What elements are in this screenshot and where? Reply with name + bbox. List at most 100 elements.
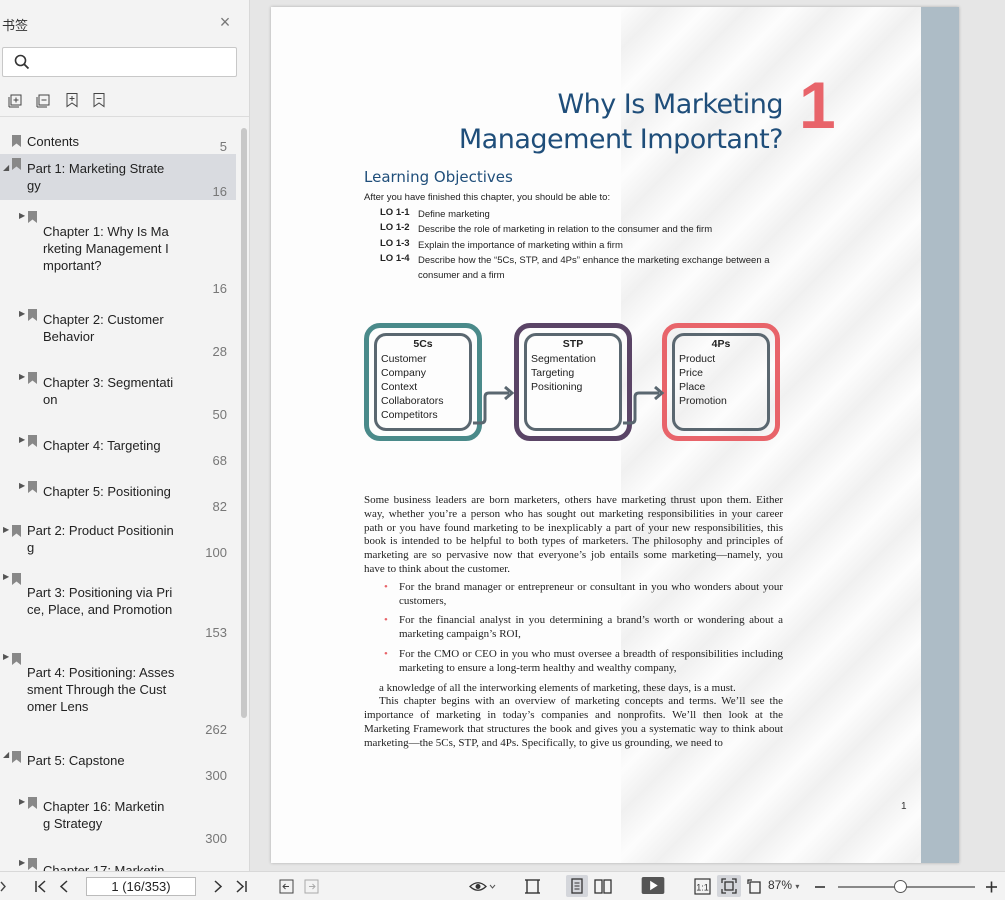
page-number: 1 <box>901 801 907 812</box>
bookmark-flag-icon <box>28 372 37 384</box>
bookmark-label: Part 2: Product Positionin g <box>27 523 174 555</box>
bookmark-item[interactable]: ▶ Chapter 17: Marketin <box>0 855 236 871</box>
bullet-list: For the brand manager or entrepreneur or… <box>384 581 783 676</box>
learning-objectives-intro: After you have finished this chapter, yo… <box>364 192 611 203</box>
bookmark-label: Part 3: Positioning via Pri ce, Place, a… <box>27 585 173 617</box>
expand-arrow-icon[interactable]: ▶ <box>19 372 25 381</box>
bookmark-label: Chapter 17: Marketin <box>43 863 165 871</box>
bookmark-flag-icon <box>28 858 37 870</box>
expand-arrow-icon[interactable]: ▶ <box>19 435 25 444</box>
bookmark-item[interactable]: ▶ Chapter 4: Targeting 68 <box>0 431 236 469</box>
bookmark-item[interactable]: ▶ Part 4: Positioning: Asses sment Throu… <box>0 649 236 737</box>
bookmark-label: Chapter 3: Segmentati on <box>43 375 174 407</box>
panel-toggle-icon[interactable] <box>0 878 8 895</box>
two-page-icon[interactable] <box>594 878 612 895</box>
bookmark-page: 16 <box>212 281 227 296</box>
eye-care-icon[interactable] <box>469 878 497 895</box>
zoom-out-icon[interactable] <box>814 878 826 895</box>
bookmark-page: 68 <box>212 453 227 468</box>
objective-code: LO 1-2 <box>380 222 410 233</box>
collapse-arrow-icon[interactable]: ◢ <box>3 163 9 172</box>
go-forward-icon[interactable] <box>304 878 319 895</box>
bookmark-list: Contents 5 ◢ Part 1: Marketing Strate gy… <box>0 117 236 871</box>
expand-arrow-icon[interactable]: ▶ <box>19 797 25 806</box>
bookmark-flag-icon <box>12 135 21 147</box>
expand-arrow-icon[interactable]: ▶ <box>19 211 25 220</box>
bookmark-flag-icon <box>28 309 37 321</box>
panel-title: 书签 <box>2 18 29 33</box>
bookmark-label: Contents <box>27 134 80 149</box>
collapse-arrow-icon[interactable]: ◢ <box>3 750 9 759</box>
bookmark-item[interactable]: ▶ Part 3: Positioning via Pri ce, Place,… <box>0 569 236 641</box>
svg-text:1:1: 1:1 <box>696 883 709 893</box>
objective-item: LO 1-2 Describe the role of marketing in … <box>380 222 778 237</box>
bookmark-flag-icon <box>12 653 21 665</box>
next-page-icon[interactable] <box>212 878 224 895</box>
bookmark-item[interactable]: ▶ Part 2: Product Positionin g 100 <box>0 521 236 561</box>
bookmark-item[interactable]: ▶ Chapter 16: Marketin g Strategy 300 <box>0 793 236 849</box>
objective-code: LO 1-4 <box>380 253 410 264</box>
fit-page-icon <box>721 878 737 894</box>
bookmark-item[interactable]: ▶ Chapter 3: Segmentati on 50 <box>0 368 236 422</box>
framework-items: Segmentation Targeting Positioning <box>531 353 596 393</box>
framework-box-stp: STP Segmentation Targeting Positioning <box>514 323 632 441</box>
objective-text: Describe how the “5Cs, STP, and 4Ps” enh… <box>418 255 770 281</box>
paragraph: This chapter begins with an overview of … <box>364 695 783 749</box>
play-icon[interactable] <box>641 877 665 894</box>
expand-arrow-icon[interactable]: ▶ <box>3 572 9 581</box>
bookmark-page: 300 <box>205 831 227 846</box>
go-back-icon[interactable] <box>279 878 294 895</box>
expand-arrow-icon[interactable]: ▶ <box>3 652 9 661</box>
bookmark-item[interactable]: ◢ Part 1: Marketing Strate gy 16 <box>0 154 236 200</box>
bookmark-item[interactable]: ▶ Chapter 1: Why Is Ma rketing Managemen… <box>0 207 236 297</box>
framework-heading: STP <box>562 338 584 350</box>
bookmark-item[interactable]: Contents 5 <box>0 131 236 154</box>
bookmark-item[interactable]: ◢ Part 5: Capstone 300 <box>0 747 236 785</box>
first-page-icon[interactable] <box>34 878 48 895</box>
chapter-title: Why Is Marketing Management Important? <box>458 89 784 155</box>
single-page-button[interactable] <box>566 875 588 897</box>
framework-items: Product Price Place Promotion <box>679 353 727 407</box>
close-icon[interactable]: × <box>217 13 233 31</box>
bookmark-page: 50 <box>212 407 227 422</box>
search-box[interactable] <box>2 47 237 77</box>
prev-page-icon[interactable] <box>58 878 70 895</box>
sidebar-scrollbar[interactable] <box>241 128 247 718</box>
objective-text: Explain the importance of marketing with… <box>418 240 623 251</box>
framework-heading: 4Ps <box>711 338 731 350</box>
search-input[interactable] <box>37 52 232 72</box>
bookmark-item[interactable]: ▶ Chapter 2: Customer Behavior 28 <box>0 305 236 359</box>
expand-arrow-icon[interactable]: ▶ <box>19 309 25 318</box>
rotate-page-icon[interactable] <box>747 878 764 895</box>
objective-item: LO 1-3 Explain the importance of marketin… <box>380 238 778 253</box>
actual-size-icon[interactable]: 1:1 <box>694 878 711 895</box>
bookmark-panel: 书签 × Contents 5 ◢ Part 1: Marketing Stra… <box>0 0 250 871</box>
bookmark-flag-icon <box>12 158 21 170</box>
bookmark-flag-icon <box>12 751 21 763</box>
bookmark-label: Chapter 16: Marketin g Strategy <box>43 799 165 831</box>
fit-page-button[interactable] <box>717 875 741 897</box>
expand-arrow-icon[interactable]: ▶ <box>19 858 25 867</box>
expand-all-icon[interactable] <box>8 92 24 108</box>
add-bookmark-icon[interactable] <box>64 92 80 108</box>
bookmark-page: 5 <box>219 139 227 154</box>
bullet-item: For the CMO or CEO in you who must overs… <box>384 648 783 676</box>
zoom-in-icon[interactable] <box>985 878 998 895</box>
expand-arrow-icon[interactable]: ▶ <box>3 525 9 534</box>
bookmark-icon[interactable] <box>91 92 107 108</box>
zoom-dropdown[interactable]: 87% ▾ <box>768 878 799 892</box>
zoom-slider-thumb[interactable] <box>893 880 907 893</box>
bookmark-page: 262 <box>205 722 227 737</box>
expand-arrow-icon[interactable]: ▶ <box>19 481 25 490</box>
last-page-icon[interactable] <box>234 878 248 895</box>
fit-width-icon[interactable] <box>524 878 541 895</box>
bookmark-flag-icon <box>28 211 37 223</box>
bookmark-page: 300 <box>205 768 227 783</box>
page-number-input[interactable]: 1 (16/353) <box>86 877 196 896</box>
bullet-item: For the brand manager or entrepreneur or… <box>384 581 783 609</box>
bookmark-item[interactable]: ▶ Chapter 5: Positioning 82 <box>0 477 236 515</box>
document-viewport[interactable]: Why Is Marketing Management Important? 1… <box>250 0 1005 871</box>
collapse-all-icon[interactable] <box>36 92 52 108</box>
bottom-toolbar: 1 (16/353) 1:1 87% ▾ <box>0 871 1005 900</box>
framework-box-inner: 5Cs Customer Company Context Collaborato… <box>374 333 472 431</box>
